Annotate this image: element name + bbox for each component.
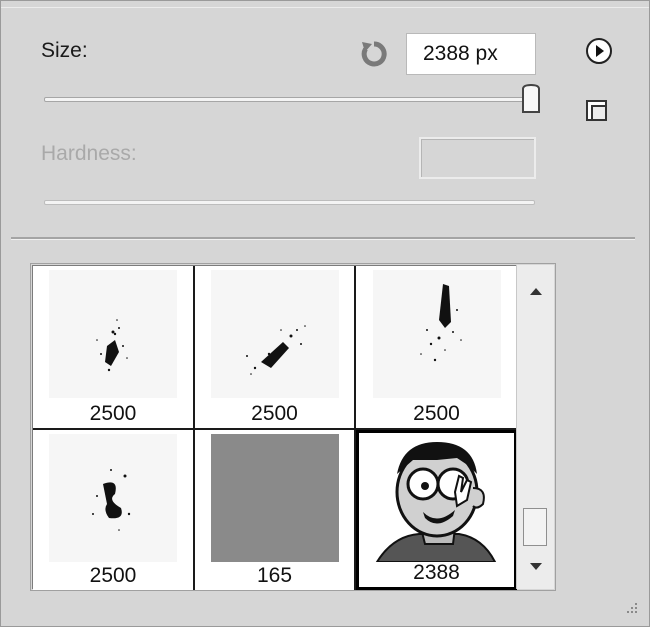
new-preset-icon[interactable] bbox=[585, 99, 609, 123]
hardness-slider-track bbox=[44, 200, 535, 205]
brush-thumbnail bbox=[49, 434, 177, 562]
brush-size-label: 2500 bbox=[251, 402, 298, 425]
brush-size-label: 2500 bbox=[89, 564, 137, 587]
resize-grip-icon[interactable] bbox=[621, 597, 639, 615]
brush-preset-tile[interactable]: 2500 bbox=[356, 266, 517, 430]
size-input[interactable]: 2388 px bbox=[406, 33, 536, 75]
preset-scrollbar[interactable] bbox=[516, 265, 554, 589]
reset-arrow-icon[interactable] bbox=[359, 39, 389, 69]
brush-preset-tile[interactable]: 2500 bbox=[195, 266, 356, 430]
brush-size-label: 2388 bbox=[413, 561, 460, 584]
size-slider-track[interactable] bbox=[44, 97, 538, 102]
brush-preset-tile[interactable]: 2500 bbox=[33, 266, 195, 430]
brush-preset-tile[interactable]: 2500 bbox=[33, 430, 195, 590]
brush-thumbnail bbox=[210, 434, 339, 562]
hardness-label: Hardness: bbox=[41, 142, 137, 165]
triangle-up-icon[interactable] bbox=[517, 283, 555, 299]
scrollbar-thumb[interactable] bbox=[523, 508, 547, 546]
brush-preset-panel: Size: 2388 px Hardness: 2500 2500 2500 2… bbox=[0, 0, 650, 627]
panel-menu-icon[interactable] bbox=[585, 37, 613, 65]
hardness-input bbox=[419, 137, 536, 179]
panel-divider bbox=[11, 237, 635, 240]
brush-thumbnail bbox=[210, 270, 339, 398]
brush-thumbnail bbox=[372, 270, 501, 398]
panel-top-edge bbox=[1, 1, 649, 8]
brush-preset-grid: 2500 2500 2500 2500 165 2388 bbox=[32, 265, 517, 590]
brush-preset-tile-selected[interactable]: 2388 bbox=[356, 430, 517, 590]
brush-size-label: 165 bbox=[256, 564, 293, 587]
brush-preset-tile[interactable]: 165 bbox=[195, 430, 356, 590]
brush-size-label: 2500 bbox=[89, 402, 137, 425]
brush-thumbnail bbox=[49, 270, 177, 398]
size-label: Size: bbox=[41, 39, 88, 62]
size-slider-thumb[interactable] bbox=[520, 83, 542, 115]
brush-thumbnail bbox=[372, 434, 501, 562]
triangle-down-icon[interactable] bbox=[517, 559, 555, 575]
brush-size-label: 2500 bbox=[413, 402, 460, 425]
